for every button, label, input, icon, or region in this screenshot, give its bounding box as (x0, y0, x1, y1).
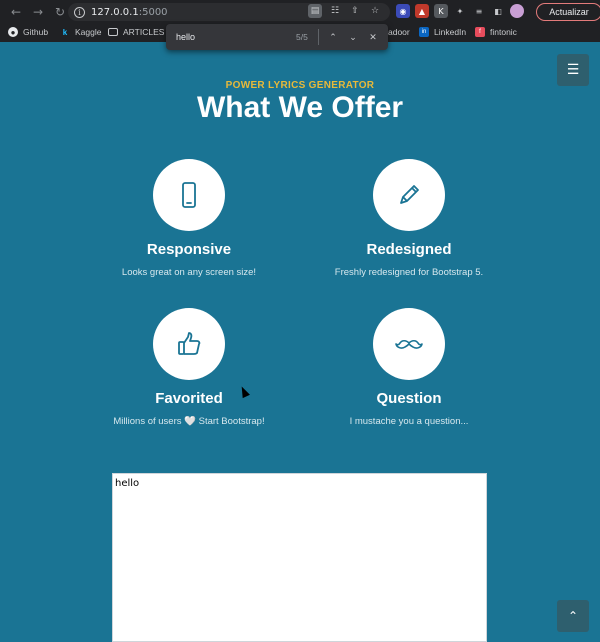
find-input[interactable]: hello (176, 32, 195, 42)
feature-redesigned: Redesigned Freshly redesigned for Bootst… (299, 159, 519, 278)
find-bar: hello 5/5 ⌃ ⌄ ✕ (166, 24, 388, 50)
bookmark-kaggle[interactable]: k Kaggle (60, 27, 102, 37)
pencil-icon (400, 185, 419, 204)
feature-responsive: Responsive Looks great on any screen siz… (79, 159, 299, 278)
forward-icon[interactable]: → (28, 2, 48, 22)
scroll-to-top-button[interactable]: ⌃ (557, 600, 589, 632)
find-next-button[interactable]: ⌄ (346, 30, 360, 44)
github-icon: ● (8, 27, 18, 37)
bookmark-label: Kaggle (75, 27, 102, 37)
bookmark-star-icon[interactable]: ☆ (368, 4, 382, 18)
find-in-page-icon[interactable]: ▤ (308, 4, 322, 18)
mobile-phone-icon (182, 182, 196, 208)
find-previous-button[interactable]: ⌃ (326, 30, 340, 44)
feature-title: Redesigned (366, 241, 452, 258)
bookmark-articles[interactable]: ARTICLES (108, 27, 164, 37)
find-match-count: 5/5 (296, 32, 308, 42)
feature-icon-circle (153, 308, 225, 380)
chevron-up-icon: ⌃ (567, 609, 579, 623)
hamburger-icon: ☰ (566, 62, 580, 78)
extension-shield-icon[interactable]: ▲ (415, 4, 429, 18)
share-icon[interactable]: ⇧ (348, 4, 362, 18)
feature-title: Responsive (146, 241, 232, 258)
reading-list-icon[interactable]: ≡ (472, 4, 486, 18)
feature-icon-circle (153, 159, 225, 231)
section-eyebrow: POWER LYRICS GENERATOR (225, 80, 375, 91)
feature-title: Favorited (155, 390, 223, 407)
side-panel-icon[interactable]: ◧ (491, 4, 505, 18)
feature-description: Looks great on any screen size! (121, 267, 257, 278)
feature-question: Question I mustache you a question... (299, 308, 519, 427)
profile-avatar[interactable] (510, 4, 524, 18)
bookmark-linkedin[interactable]: in LinkedIn (419, 27, 466, 37)
feature-favorited: Favorited Millions of users 🤍 Start Boot… (79, 308, 299, 427)
url-host: 127.0.0.1 (91, 6, 139, 18)
find-close-button[interactable]: ✕ (366, 30, 380, 44)
folder-icon (108, 28, 118, 36)
linkedin-icon: in (419, 27, 429, 37)
feature-title: Question (376, 390, 442, 407)
bookmark-label: adoor (388, 27, 410, 37)
feature-description: Millions of users 🤍 Start Bootstrap! (113, 416, 265, 427)
extension-puzzle-icon[interactable]: ✦ (453, 4, 467, 18)
extension-k-icon[interactable]: K (434, 4, 448, 18)
bookmark-label: Github (23, 27, 49, 37)
back-icon[interactable]: ← (6, 2, 26, 22)
section-title: What We Offer (196, 91, 404, 124)
feature-description: I mustache you a question... (349, 416, 469, 427)
find-previous-icon[interactable] (492, 30, 506, 44)
mustache-icon (395, 339, 423, 349)
feature-description: Freshly redesigned for Bootstrap 5. (334, 267, 484, 278)
bookmark-glassdoor[interactable]: adoor (388, 27, 410, 37)
lyrics-output-textarea[interactable]: hello (112, 473, 487, 642)
feature-icon-circle (373, 308, 445, 380)
url-port: :5000 (138, 6, 168, 18)
find-divider (318, 29, 319, 45)
reload-icon[interactable]: ↻ (50, 2, 70, 22)
translate-icon[interactable]: ☷ (328, 4, 342, 18)
bookmark-label: LinkedIn (434, 27, 467, 37)
update-button[interactable]: Actualizar (536, 3, 600, 21)
extension-globe-icon[interactable]: ◉ (396, 4, 410, 18)
bookmark-label: ARTICLES (123, 27, 165, 37)
site-info-icon[interactable]: i (74, 6, 85, 18)
fintonic-icon: f (475, 27, 485, 37)
thumbs-up-icon (178, 332, 201, 355)
feature-icon-circle (373, 159, 445, 231)
kaggle-icon: k (62, 27, 68, 37)
bookmark-github[interactable]: ● Github (8, 27, 48, 37)
